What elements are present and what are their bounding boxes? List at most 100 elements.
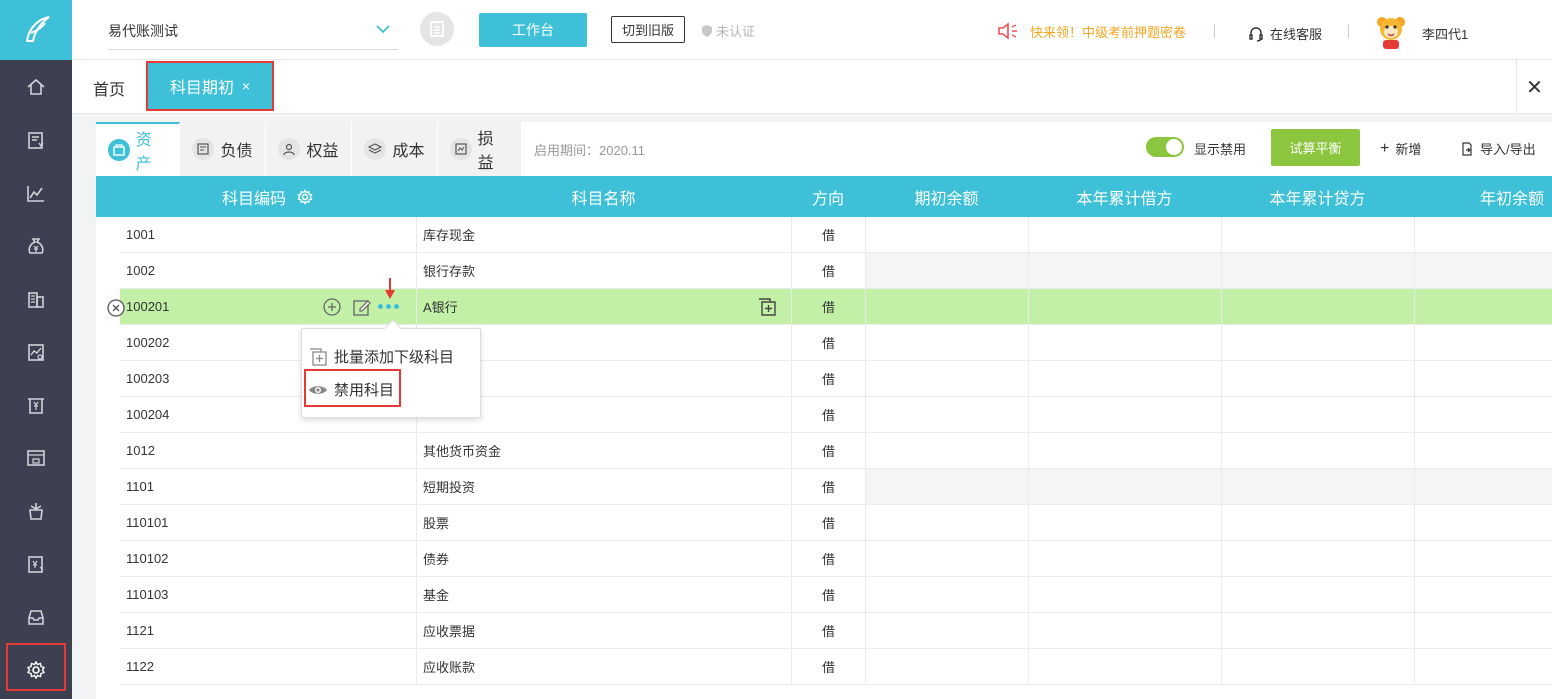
sidebar-item-salary[interactable] — [0, 537, 72, 590]
gear-icon[interactable] — [296, 188, 314, 206]
import-export-label: 导入/导出 — [1480, 142, 1536, 157]
sidebar-item-building[interactable] — [0, 272, 72, 325]
promo-text: 快来领！中级考前押题密卷 — [1030, 24, 1187, 40]
table-row[interactable]: 1121 应收票据 借 — [120, 613, 1552, 649]
tab-pnl[interactable]: 损益 — [438, 122, 522, 176]
row-name: 短期投资 — [423, 480, 476, 495]
col-code: 科目编码 — [120, 176, 416, 217]
username[interactable]: 李四代1 — [1422, 24, 1468, 43]
logo-icon — [25, 16, 50, 42]
uncertified-badge[interactable]: 未认证 — [700, 21, 755, 40]
row-code: 1001 — [126, 227, 155, 242]
sidebar-item-report[interactable] — [0, 325, 72, 378]
switch-old-version-button[interactable]: 切到旧版 — [611, 16, 685, 43]
batch-add-label: 批量添加下级科目 — [334, 349, 455, 366]
asset-icon — [27, 449, 45, 466]
table-row[interactable]: 110103 基金 借 — [120, 577, 1552, 613]
chevron-down-icon — [376, 25, 390, 34]
row-direction: 借 — [822, 372, 836, 387]
col-direction: 方向 — [811, 190, 844, 208]
row-code: 100203 — [126, 371, 170, 386]
table-row-selected[interactable]: 100201 A银行 借 — [120, 289, 1552, 325]
tab-home[interactable]: 首页 — [93, 76, 125, 100]
company-select[interactable]: 易代账测试 — [108, 18, 398, 50]
row-code: 1012 — [126, 443, 155, 458]
copy-add-icon[interactable] — [757, 297, 777, 317]
sidebar-item-assets[interactable] — [0, 431, 72, 484]
avatar[interactable] — [1372, 12, 1410, 50]
table-row[interactable]: 1001 库存现金 借 — [120, 217, 1552, 253]
line-chart-icon — [27, 185, 44, 202]
sidebar — [0, 0, 72, 699]
col-ytd-credit: 本年累计贷方 — [1269, 190, 1366, 208]
sidebar-item-home[interactable] — [0, 60, 72, 113]
tab-close-icon[interactable]: × — [242, 78, 250, 94]
more-icon[interactable] — [378, 304, 399, 309]
show-disabled-toggle[interactable] — [1146, 137, 1184, 157]
row-code: 100202 — [126, 335, 170, 350]
sidebar-item-voucher[interactable] — [0, 113, 72, 166]
copy-add-icon — [310, 347, 327, 366]
row-direction: 借 — [822, 552, 836, 567]
row-code: 1122 — [126, 659, 154, 674]
liability-icon — [192, 138, 215, 160]
uncertified-label: 未认证 — [716, 24, 756, 39]
online-service-button[interactable]: 在线客服 — [1248, 24, 1322, 43]
settings-highlight-box — [6, 643, 66, 691]
table-row[interactable]: 110101 股票 借 — [120, 505, 1552, 541]
top-bar: 易代账测试 工作台 切到旧版 未认证 快来领！中级考前押题密卷 在线客服 李四代… — [72, 0, 1552, 60]
tab-cost[interactable]: 成本 — [352, 122, 438, 176]
arrow-down-icon — [385, 278, 395, 299]
close-icon[interactable]: ✕ — [1516, 60, 1552, 114]
tab-assets[interactable]: 资产 — [96, 122, 180, 176]
table-row[interactable]: 1012 其他货币资金 借 — [120, 433, 1552, 469]
row-name: 应收账款 — [423, 660, 476, 675]
menu-item-batch-add[interactable]: 批量添加下级科目 — [308, 346, 454, 367]
disable-highlight-box — [304, 369, 401, 407]
add-child-icon[interactable] — [322, 297, 342, 317]
tab-bar: 首页 科目期初 × ✕ — [72, 60, 1552, 114]
table-row[interactable]: 1101 短期投资 借 — [120, 469, 1552, 505]
row-code: 110103 — [126, 587, 169, 602]
row-name: A银行 — [423, 300, 458, 315]
table-row[interactable]: 110102 债券 借 — [120, 541, 1552, 577]
import-export-button[interactable]: 导入/导出 — [1460, 139, 1536, 158]
row-code: 110101 — [126, 515, 169, 530]
delete-row-icon[interactable] — [106, 298, 126, 318]
row-code: 1101 — [126, 479, 154, 494]
promo-banner[interactable]: 快来领！中级考前押题密卷 — [996, 20, 1186, 42]
table-row[interactable]: 1002 银行存款 借 — [120, 253, 1552, 289]
row-direction: 借 — [822, 660, 836, 675]
row-name: 基金 — [423, 588, 450, 603]
table-row[interactable]: 1122 应收账款 借 — [120, 649, 1552, 685]
tab-subject-opening[interactable]: 科目期初 × — [146, 61, 274, 111]
row-direction: 借 — [822, 588, 836, 603]
calendar-icon[interactable] — [420, 12, 454, 46]
row-direction: 借 — [822, 408, 836, 423]
money-bag-icon — [28, 237, 44, 254]
sidebar-item-invoice[interactable] — [0, 378, 72, 431]
add-button[interactable]: + 新增 — [1380, 139, 1421, 158]
sidebar-item-chart[interactable] — [0, 166, 72, 219]
table-header: 科目编码 科目名称 方向 期初余额 本年累计借方 本年累计贷方 年初余额 — [96, 176, 1552, 217]
row-code: 1002 — [126, 263, 155, 278]
row-direction: 借 — [822, 264, 836, 279]
divider — [1348, 24, 1349, 38]
voucher-icon — [28, 131, 44, 149]
service-label: 在线客服 — [1270, 27, 1323, 42]
row-direction: 借 — [822, 300, 836, 315]
add-label: 新增 — [1395, 142, 1422, 157]
user-icon — [278, 138, 301, 160]
trial-balance-button[interactable]: 试算平衡 — [1271, 129, 1360, 166]
row-name: 股票 — [423, 516, 450, 531]
row-name: 其他货币资金 — [423, 444, 502, 459]
sidebar-item-tax[interactable] — [0, 484, 72, 537]
tab-equity[interactable]: 权益 — [266, 122, 352, 176]
sidebar-item-archive[interactable] — [0, 590, 72, 643]
sidebar-item-money[interactable] — [0, 219, 72, 272]
app-logo[interactable] — [0, 0, 72, 60]
tab-pnl-label: 损益 — [477, 131, 494, 172]
tab-liability[interactable]: 负债 — [180, 122, 266, 176]
workbench-button[interactable]: 工作台 — [479, 13, 587, 47]
edit-icon[interactable] — [352, 297, 372, 317]
